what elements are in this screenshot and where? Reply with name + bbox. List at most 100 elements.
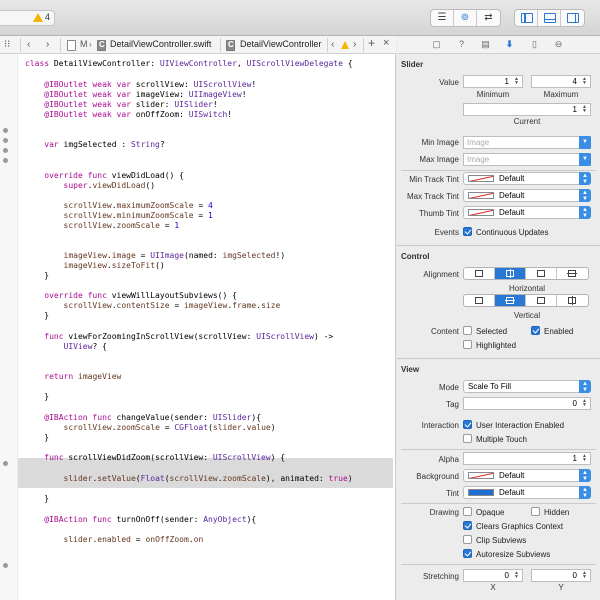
navigator-toggle-button[interactable]: [515, 10, 538, 26]
code-line[interactable]: slider.enabled = onOffZoom.on: [25, 535, 204, 545]
outlet-connection-dot[interactable]: [3, 128, 8, 133]
highlighted-checkbox[interactable]: [463, 340, 472, 349]
assistant-editor-button[interactable]: ⊚: [454, 10, 477, 26]
stepper-icon[interactable]: ▲ ▼: [580, 454, 589, 463]
debug-toggle-button[interactable]: [538, 10, 561, 26]
background-popup[interactable]: Default ▲ ▼: [463, 469, 591, 482]
enabled-checkbox[interactable]: [531, 326, 540, 335]
min-image-combo[interactable]: Image ▼: [463, 136, 591, 149]
breadcrumb-file[interactable]: DetailViewController.swift: [110, 39, 211, 49]
code-line[interactable]: func scrollViewDidZoom(scrollView: UIScr…: [25, 453, 285, 463]
tab-quick-help[interactable]: ?: [455, 38, 468, 51]
issue-forward-icon[interactable]: ›: [353, 38, 356, 52]
code-line[interactable]: scrollView.zoomScale = 1: [25, 221, 180, 231]
version-editor-button[interactable]: ⇄: [477, 10, 500, 26]
hidden-checkbox[interactable]: [531, 507, 540, 516]
alpha-field[interactable]: 1 ▲ ▼: [463, 452, 591, 465]
issue-warning-icon[interactable]: [341, 41, 349, 49]
source-editor[interactable]: // Copyright (c) 2015 Pedro Duarte. All …: [0, 54, 396, 600]
opaque-checkbox[interactable]: [463, 507, 472, 516]
code-line[interactable]: slider.setValue(Float(scrollView.zoomSca…: [25, 474, 353, 484]
stretch-x-field[interactable]: 0 ▲ ▼: [463, 569, 523, 582]
tab-file[interactable]: ▢: [430, 38, 443, 51]
content-mode-popup[interactable]: Scale To Fill ▲ ▼: [463, 380, 591, 393]
align-middle-button[interactable]: [495, 295, 526, 306]
outlet-connection-dot[interactable]: [3, 148, 8, 153]
forward-arrow-icon[interactable]: ›: [46, 38, 49, 52]
clears-context-checkbox[interactable]: [463, 521, 472, 530]
code-line[interactable]: @IBOutlet weak var slider: UISlider!: [25, 100, 217, 110]
code-line[interactable]: UIView? {: [25, 342, 107, 352]
stepper-icon[interactable]: ▲ ▼: [580, 77, 589, 86]
multiple-touch-checkbox[interactable]: [463, 434, 472, 443]
stepper-icon[interactable]: ▲ ▼: [580, 571, 589, 580]
code-line[interactable]: scrollView.maximumZoomScale = 4: [25, 201, 213, 211]
code-line[interactable]: override func viewDidLoad() {: [25, 171, 184, 181]
max-track-tint-popup[interactable]: Default ▲ ▼: [463, 189, 591, 202]
align-right-button[interactable]: [526, 268, 557, 279]
align-center-button[interactable]: [495, 268, 526, 279]
stretch-y-field[interactable]: 0 ▲ ▼: [531, 569, 591, 582]
code-line[interactable]: }: [25, 494, 49, 504]
standard-editor-button[interactable]: ☰: [431, 10, 454, 26]
code-line[interactable]: @IBAction func changeValue(sender: UISli…: [25, 413, 261, 423]
activity-status[interactable]: 4: [0, 10, 55, 26]
continuous-updates-checkbox[interactable]: [463, 227, 472, 236]
issue-back-icon[interactable]: ‹: [331, 38, 334, 52]
minimum-value-field[interactable]: 1 ▲ ▼: [463, 75, 523, 88]
outlet-connection-dot[interactable]: [3, 138, 8, 143]
breadcrumb-class[interactable]: DetailViewController: [240, 39, 321, 49]
close-editor-icon[interactable]: ×: [383, 36, 389, 50]
code-line[interactable]: @IBOutlet weak var onOffZoom: UISwitch!: [25, 110, 232, 120]
user-interaction-checkbox[interactable]: [463, 420, 472, 429]
code-line[interactable]: imageView.sizeToFit(): [25, 261, 165, 271]
tab-connections[interactable]: ⊖: [552, 38, 565, 51]
code-line[interactable]: override func viewWillLayoutSubviews() {: [25, 291, 237, 301]
tab-identity[interactable]: ▤: [479, 38, 492, 51]
code-line[interactable]: super.viewDidLoad(): [25, 181, 156, 191]
tab-size[interactable]: ▯: [528, 38, 541, 51]
code-line[interactable]: }: [25, 433, 49, 443]
max-image-combo[interactable]: Image ▼: [463, 153, 591, 166]
align-left-button[interactable]: [464, 268, 495, 279]
code-line[interactable]: imageView.image = UIImage(named: imgSele…: [25, 251, 286, 261]
back-arrow-icon[interactable]: ‹: [27, 38, 30, 52]
add-editor-icon[interactable]: +: [368, 36, 375, 50]
align-fill-button[interactable]: [557, 268, 588, 279]
code-line[interactable]: }: [25, 271, 49, 281]
action-connection-dot[interactable]: [3, 461, 8, 466]
code-line[interactable]: }: [25, 311, 49, 321]
line-gutter[interactable]: [0, 54, 18, 600]
tag-field[interactable]: 0 ▲ ▼: [463, 397, 591, 410]
code-line[interactable]: var imgSelected : String?: [25, 140, 164, 150]
maximum-value-field[interactable]: 4 ▲ ▼: [531, 75, 591, 88]
code-line[interactable]: @IBOutlet weak var imageView: UIImageVie…: [25, 90, 246, 100]
breadcrumb-group[interactable]: M: [80, 39, 88, 49]
related-items-icon[interactable]: ⁝⁝: [4, 38, 10, 52]
utilities-toggle-button[interactable]: [561, 10, 584, 26]
min-track-tint-popup[interactable]: Default ▲ ▼: [463, 172, 591, 185]
selected-checkbox[interactable]: [463, 326, 472, 335]
stepper-icon[interactable]: ▲ ▼: [580, 399, 589, 408]
stepper-icon[interactable]: ▲ ▼: [580, 105, 589, 114]
outlet-connection-dot[interactable]: [3, 158, 8, 163]
code-line[interactable]: @IBAction func turnOnOff(sender: AnyObje…: [25, 515, 256, 525]
code-line[interactable]: @IBOutlet weak var scrollView: UIScrollV…: [25, 80, 256, 90]
tint-popup[interactable]: Default ▲ ▼: [463, 486, 591, 499]
autoresize-checkbox[interactable]: [463, 549, 472, 558]
stepper-icon[interactable]: ▲ ▼: [512, 571, 521, 580]
code-line[interactable]: }: [25, 392, 49, 402]
current-value-field[interactable]: 1 ▲ ▼: [463, 103, 591, 116]
code-line[interactable]: scrollView.zoomScale = CGFloat(slider.va…: [25, 423, 276, 433]
chevron-down-icon[interactable]: ▼: [579, 153, 591, 166]
thumb-tint-popup[interactable]: Default ▲ ▼: [463, 206, 591, 219]
clip-subviews-checkbox[interactable]: [463, 535, 472, 544]
align-bottom-button[interactable]: [526, 295, 557, 306]
code-line[interactable]: func viewForZoomingInScrollView(scrollVi…: [25, 332, 333, 342]
code-line[interactable]: scrollView.contentSize = imageView.frame…: [25, 301, 281, 311]
tab-attributes[interactable]: ⬇: [503, 38, 516, 51]
chevron-down-icon[interactable]: ▼: [579, 136, 591, 149]
code-line[interactable]: return imageView: [25, 372, 121, 382]
code-line[interactable]: class DetailViewController: UIViewContro…: [25, 59, 353, 69]
align-top-button[interactable]: [464, 295, 495, 306]
